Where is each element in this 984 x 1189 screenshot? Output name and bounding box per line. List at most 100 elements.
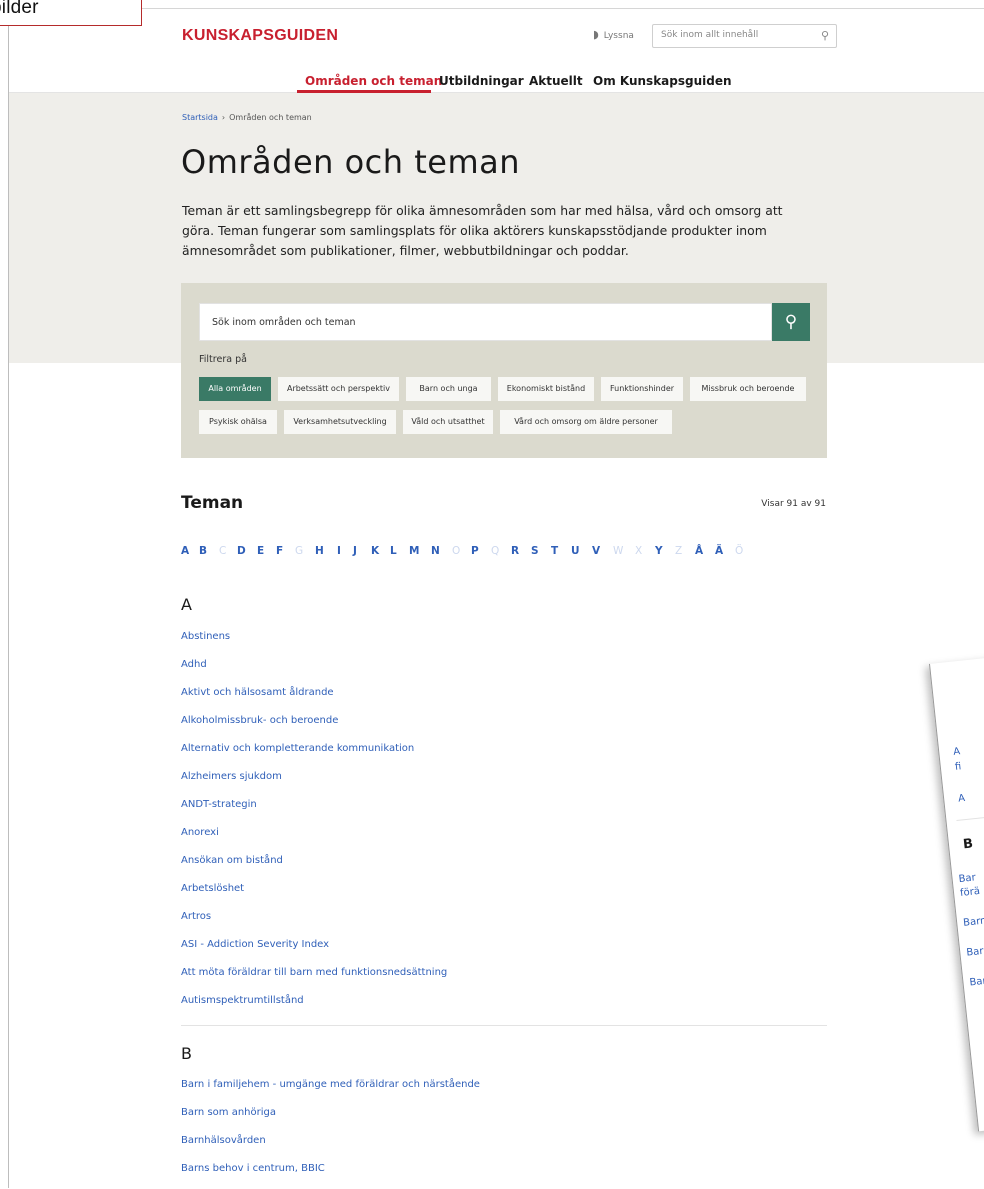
letter-link[interactable]: S bbox=[531, 545, 539, 557]
site-logo[interactable]: KUNSKAPSGUIDEN bbox=[182, 27, 338, 45]
theme-link[interactable]: Alkoholmissbruk- och beroende bbox=[181, 715, 338, 726]
theme-link[interactable]: Att möta föräldrar till barn med funktio… bbox=[181, 967, 447, 978]
letter-link[interactable]: E bbox=[257, 545, 264, 557]
main-nav: Områden och teman Utbildningar Aktuellt … bbox=[9, 63, 984, 93]
theme-link[interactable]: Barn som anhöriga bbox=[181, 1107, 276, 1118]
letter-link[interactable]: I bbox=[337, 545, 341, 557]
theme-link[interactable]: Alternativ och kompletterande kommunikat… bbox=[181, 743, 414, 754]
nav-item-omraden[interactable]: Områden och teman bbox=[305, 74, 442, 88]
annotation-callout: bilder bbox=[0, 0, 142, 26]
theme-link[interactable]: ANDT-strategin bbox=[181, 799, 257, 810]
breadcrumb-home[interactable]: Startsida bbox=[182, 113, 218, 122]
chip-barn-och-unga[interactable]: Barn och unga bbox=[406, 377, 491, 401]
alphabet-index: A B C D E F G H I J K L M N O P Q R S T … bbox=[181, 545, 841, 561]
fragment-text: A bbox=[952, 746, 961, 758]
site-search-input[interactable]: Sök inom allt innehåll ⚲ bbox=[652, 24, 837, 48]
letter-link-disabled: O bbox=[452, 545, 461, 557]
result-count: Visar 91 av 91 bbox=[761, 499, 826, 509]
listen-button[interactable]: ◗ Lyssna bbox=[593, 28, 634, 41]
breadcrumb-current: Områden och teman bbox=[229, 113, 312, 122]
nav-item-utbildningar[interactable]: Utbildningar bbox=[439, 74, 524, 88]
fragment-text: förä bbox=[959, 885, 981, 899]
letter-link-disabled: Q bbox=[491, 545, 500, 557]
chip-psykisk-ohalsa[interactable]: Psykisk ohälsa bbox=[199, 410, 277, 434]
theme-search-input[interactable]: Sök inom områden och teman bbox=[199, 303, 772, 341]
theme-link[interactable]: Aktivt och hälsosamt åldrande bbox=[181, 687, 334, 698]
chip-funktionshinder[interactable]: Funktionshinder bbox=[601, 377, 683, 401]
speaker-icon: ◗ bbox=[593, 28, 599, 41]
letter-link[interactable]: Ä bbox=[715, 545, 723, 557]
fragment-heading: B bbox=[962, 836, 974, 853]
group-heading-b: B bbox=[181, 1044, 192, 1063]
theme-link[interactable]: Barn i familjehem - umgänge med föräldra… bbox=[181, 1079, 480, 1090]
letter-link-disabled: W bbox=[613, 545, 624, 557]
letter-link[interactable]: R bbox=[511, 545, 519, 557]
fragment-text: Barn bbox=[962, 915, 984, 929]
letter-link[interactable]: F bbox=[276, 545, 283, 557]
theme-link[interactable]: Artros bbox=[181, 911, 211, 922]
letter-link[interactable]: L bbox=[390, 545, 397, 557]
theme-link[interactable]: Anorexi bbox=[181, 827, 219, 838]
letter-link[interactable]: D bbox=[237, 545, 246, 557]
theme-link[interactable]: Abstinens bbox=[181, 631, 230, 642]
letter-link[interactable]: A bbox=[181, 545, 189, 557]
theme-link[interactable]: Alzheimers sjukdom bbox=[181, 771, 282, 782]
letter-link-disabled: G bbox=[295, 545, 304, 557]
chip-alla-omraden[interactable]: Alla områden bbox=[199, 377, 271, 401]
listen-label: Lyssna bbox=[603, 31, 634, 41]
chip-vald-och-utsatthet[interactable]: Våld och utsatthet bbox=[403, 410, 493, 434]
search-icon: ⚲ bbox=[784, 312, 798, 332]
themes-heading: Teman bbox=[181, 493, 244, 513]
fragment-text: fi bbox=[954, 761, 962, 773]
letter-link[interactable]: B bbox=[199, 545, 207, 557]
breadcrumb-separator: › bbox=[221, 113, 226, 122]
letter-link[interactable]: K bbox=[371, 545, 379, 557]
site-search-placeholder: Sök inom allt innehåll bbox=[661, 30, 759, 40]
filter-panel: Sök inom områden och teman ⚲ Filtrera på… bbox=[181, 283, 827, 458]
fragment-text: A bbox=[957, 792, 966, 805]
letter-link[interactable]: M bbox=[409, 545, 419, 557]
letter-link-disabled: C bbox=[219, 545, 227, 557]
annotation-text: bilder bbox=[0, 0, 39, 18]
filter-label: Filtrera på bbox=[199, 354, 247, 365]
chip-missbruk[interactable]: Missbruk och beroende bbox=[690, 377, 806, 401]
search-button[interactable]: ⚲ bbox=[772, 303, 810, 341]
letter-link-disabled: Z bbox=[675, 545, 683, 557]
page-intro: Teman är ett samlingsbegrepp för olika ä… bbox=[182, 203, 783, 258]
fragment-text: Bar bbox=[958, 872, 977, 886]
letter-link[interactable]: H bbox=[315, 545, 324, 557]
letter-link-disabled: Ö bbox=[735, 545, 744, 557]
search-icon[interactable]: ⚲ bbox=[821, 29, 829, 42]
theme-link[interactable]: ASI - Addiction Severity Index bbox=[181, 939, 329, 950]
letter-link[interactable]: T bbox=[551, 545, 558, 557]
theme-link[interactable]: Ansökan om bistånd bbox=[181, 855, 283, 866]
letter-link[interactable]: Å bbox=[695, 545, 703, 557]
breadcrumb: Startsida › Områden och teman bbox=[182, 113, 312, 122]
theme-link[interactable]: Autismspektrumtillstånd bbox=[181, 995, 304, 1006]
letter-link[interactable]: N bbox=[431, 545, 440, 557]
site-header: KUNSKAPSGUIDEN ◗ Lyssna Sök inom allt inn… bbox=[9, 9, 984, 93]
fragment-text: Barns bbox=[968, 974, 984, 989]
group-heading-a: A bbox=[181, 595, 192, 614]
letter-link[interactable]: Y bbox=[655, 545, 663, 557]
theme-link[interactable]: Adhd bbox=[181, 659, 207, 670]
page-title: Områden och teman bbox=[181, 143, 520, 181]
letter-link[interactable]: J bbox=[353, 545, 357, 557]
letter-link-disabled: X bbox=[635, 545, 643, 557]
overlapping-page-fragment: A fi A B Bar förä Barn Barn Barns bbox=[929, 643, 984, 1132]
nav-item-om[interactable]: Om Kunskapsguiden bbox=[593, 74, 732, 88]
theme-link[interactable]: Arbetslöshet bbox=[181, 883, 244, 894]
theme-link[interactable]: Barns behov i centrum, BBIC bbox=[181, 1163, 325, 1174]
letter-link[interactable]: U bbox=[571, 545, 580, 557]
chip-arbetssatt[interactable]: Arbetssätt och perspektiv bbox=[278, 377, 399, 401]
letter-link[interactable]: V bbox=[592, 545, 600, 557]
page-frame: KUNSKAPSGUIDEN ◗ Lyssna Sök inom allt inn… bbox=[8, 8, 984, 1188]
group-divider bbox=[181, 1025, 827, 1026]
theme-link[interactable]: Barnhälsovården bbox=[181, 1135, 266, 1146]
chip-verksamhetsutveckling[interactable]: Verksamhetsutveckling bbox=[284, 410, 396, 434]
fragment-text: Barn bbox=[965, 945, 984, 959]
chip-vard-och-omsorg[interactable]: Vård och omsorg om äldre personer bbox=[500, 410, 672, 434]
nav-item-aktuellt[interactable]: Aktuellt bbox=[529, 74, 583, 88]
letter-link[interactable]: P bbox=[471, 545, 479, 557]
chip-ekonomiskt-bistand[interactable]: Ekonomiskt bistånd bbox=[498, 377, 594, 401]
